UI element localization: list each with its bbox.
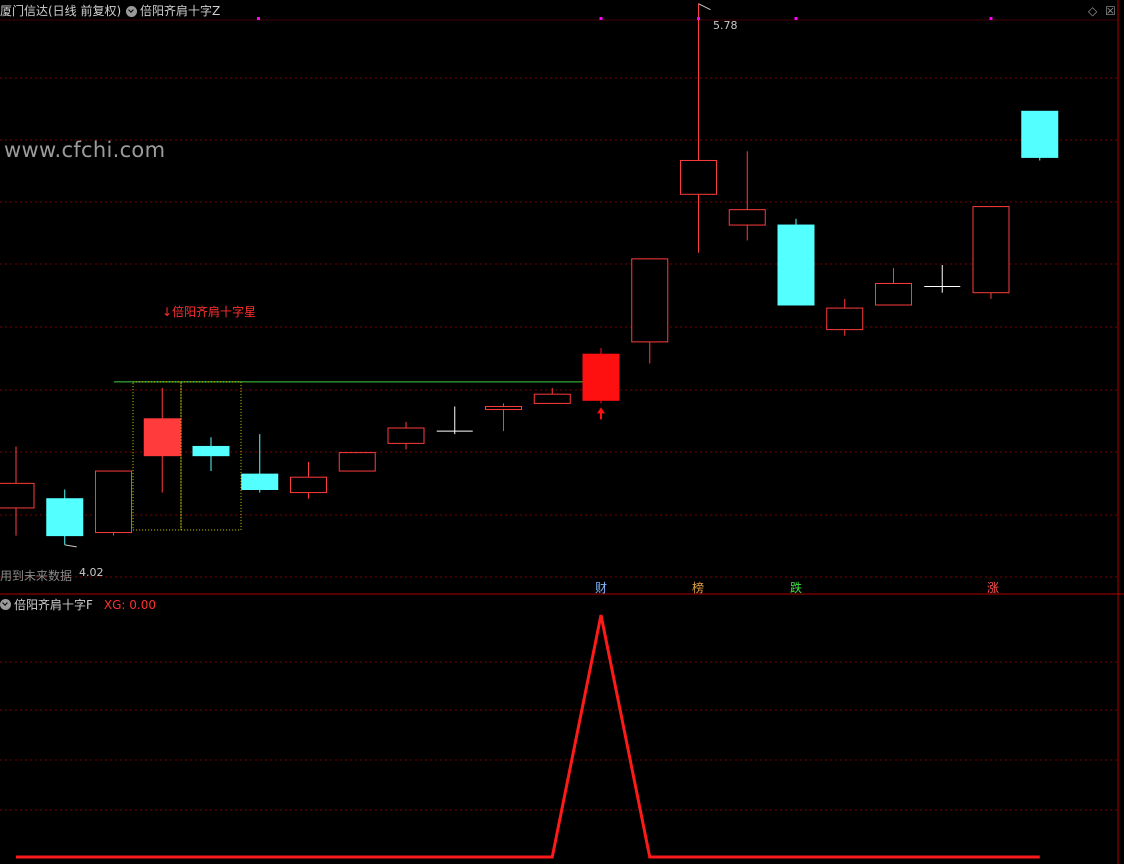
candle-body [0, 482, 35, 509]
candle-body [338, 452, 376, 472]
candle-body [582, 353, 620, 401]
candle-body [192, 445, 230, 457]
close-icon[interactable]: ☒ [1105, 4, 1116, 18]
candle-body [1021, 110, 1059, 158]
signal-label: ↓倍阳齐肩十字星 [162, 305, 257, 319]
candle-body [826, 307, 864, 331]
event-marker-die[interactable]: 跌 [790, 579, 802, 596]
kline-chart[interactable] [0, 0, 1124, 864]
watermark: www.cfchi.com [4, 138, 166, 162]
low-pointer [64, 544, 77, 548]
main-indicator-name: 倍阳齐肩十字Z [140, 4, 221, 18]
candle-body [143, 418, 181, 457]
event-marker-cai[interactable]: 财 [595, 579, 607, 596]
candle-body [631, 258, 669, 343]
candle-body [533, 393, 571, 404]
candle-body [485, 405, 522, 411]
candle-body [728, 209, 766, 226]
event-dot [257, 17, 260, 20]
high-price-label: 5.78 [713, 19, 738, 32]
chevron-down-icon[interactable] [0, 599, 11, 610]
future-data-note: 用到未来数据 [0, 569, 73, 583]
security-title: 厦门信达(日线 前复权) [0, 4, 122, 18]
event-dot [599, 17, 603, 20]
chevron-down-icon[interactable] [126, 5, 137, 17]
event-marker-bang[interactable]: 榜 [692, 579, 704, 596]
event-dot [697, 17, 700, 20]
sub-indicator-header[interactable]: 倍阳齐肩十字F XG: 0.00 [0, 596, 156, 613]
candle-body [875, 282, 912, 306]
xg-value: XG: 0.00 [103, 597, 157, 612]
diamond-icon[interactable]: ◇ [1088, 4, 1097, 18]
candle-body [972, 206, 1010, 294]
candle-body [46, 498, 84, 537]
main-indicator-header[interactable]: 倍阳齐肩十字Z [126, 3, 220, 19]
candle-body [290, 476, 327, 494]
high-pointer [698, 3, 711, 11]
low-price-label: 4.02 [79, 566, 104, 579]
event-dot [989, 17, 993, 20]
candle-body [777, 224, 815, 306]
event-dot [794, 17, 798, 20]
candle-body [680, 159, 717, 195]
xg-line [16, 614, 1040, 859]
candle-body [241, 473, 279, 490]
candle-body [95, 470, 132, 534]
event-marker-zhang[interactable]: 涨 [987, 579, 999, 596]
sub-indicator-name: 倍阳齐肩十字F [14, 598, 93, 612]
candle-body [387, 427, 425, 444]
